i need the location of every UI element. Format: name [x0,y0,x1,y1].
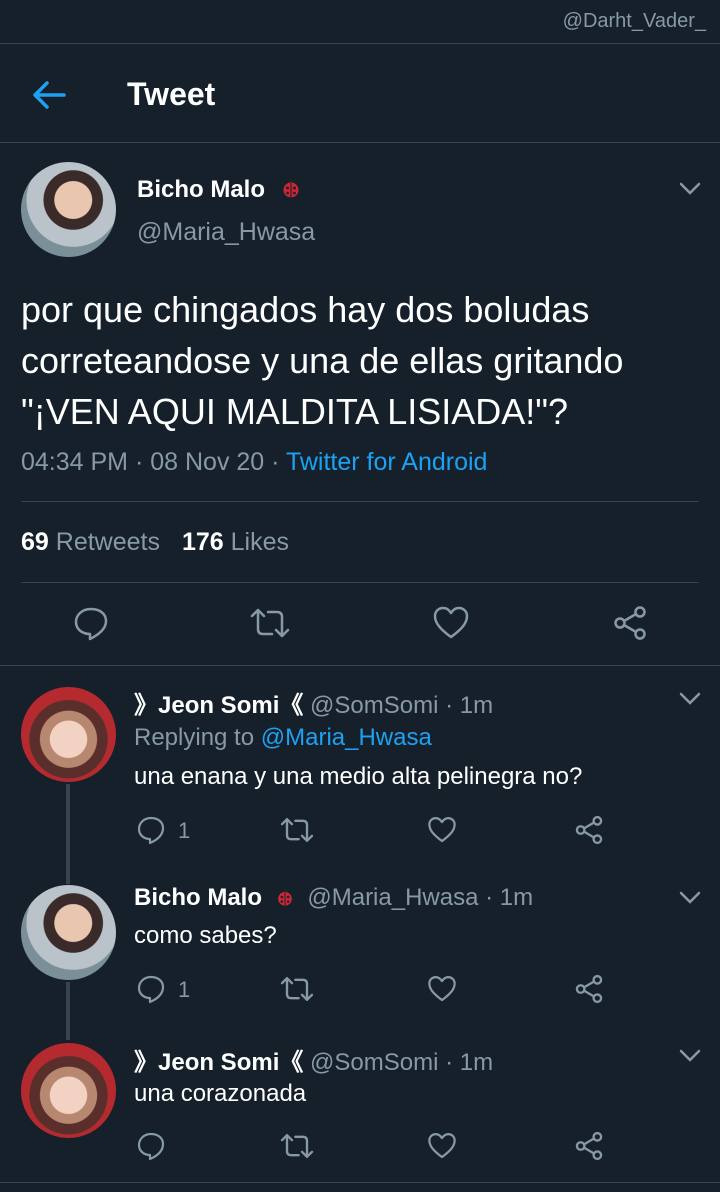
reply-author-handle[interactable]: @SomSomi [310,692,438,719]
reply-icon[interactable] [73,605,109,641]
reply-icon[interactable] [136,1131,166,1161]
avatar[interactable] [21,687,116,782]
section-divider [0,1182,720,1183]
ladybug-icon [283,179,299,198]
tweet-time: 04:34 PM [21,448,129,476]
back-arrow-icon [33,81,66,109]
tweet-source-link[interactable]: Twitter for Android [286,448,487,476]
like-icon[interactable] [427,815,457,845]
reply-header: 》Jeon Somi《 @SomSomi · 1m [134,1042,493,1077]
avatar[interactable] [21,885,116,980]
reply-text: una corazonada [134,1080,307,1107]
likes-count: 176 [181,528,224,556]
retweets-stat[interactable]: 69 Retweets [21,528,160,556]
reply-author-handle[interactable]: @SomSomi [310,1049,438,1076]
divider [21,501,699,502]
reply-icon[interactable] [136,974,166,1004]
retweet-icon[interactable] [250,605,290,641]
chevron-down-icon[interactable] [679,182,701,196]
avatar[interactable] [21,1043,116,1138]
likes-stat[interactable]: 176 Likes [182,528,289,556]
share-icon[interactable] [574,974,604,1004]
reply-count: 1 [178,818,191,843]
watermark: @Darht_Vader_ [562,10,706,32]
reply-author-name[interactable]: 》Jeon Somi《 [134,692,303,719]
section-divider [0,665,720,666]
page-title: Tweet [127,76,216,112]
author-handle[interactable]: @Maria_Hwasa [137,218,315,247]
author-name-text: Bicho Malo [137,176,266,203]
replying-prefix: Replying to [134,724,261,751]
tweet-date: 08 Nov 20 [150,448,265,476]
reply-text: una enana y una medio alta pelinegra no? [134,763,583,790]
reply-author-handle[interactable]: @Maria_Hwasa [307,884,478,911]
reply-header: 》Jeon Somi《 @SomSomi · 1m [134,685,493,720]
reply-count: 1 [178,977,191,1002]
replying-to-link[interactable]: @Maria_Hwasa [261,724,432,751]
share-icon[interactable] [574,815,604,845]
header-divider [0,142,720,143]
thread-line [66,982,70,1040]
retweet-icon[interactable] [280,1131,314,1161]
tweet-stats: 69 Retweets 176 Likes [21,528,289,557]
retweet-icon[interactable] [280,815,314,845]
chevron-down-icon[interactable] [679,692,701,706]
replying-to: Replying to @Maria_Hwasa [134,724,432,752]
reply-author-name[interactable]: 》Jeon Somi《 [134,1049,303,1076]
reply-icon[interactable] [136,815,166,845]
retweets-count: 69 [21,528,49,556]
reply-time: · 1m [438,1049,494,1076]
retweets-label: Retweets [55,528,160,556]
retweet-icon[interactable] [280,974,314,1004]
tweet-meta: 04:34 PM · 08 Nov 20 · Twitter for Andro… [21,448,487,477]
meta-separator: · [128,448,151,476]
ladybug-icon [277,888,292,906]
chevron-down-icon[interactable] [679,1049,701,1063]
share-icon[interactable] [612,605,648,641]
like-icon[interactable] [432,605,470,641]
header: Tweet [0,44,720,142]
reply-header: Bicho Malo @Maria_Hwasa · 1m [134,884,533,912]
likes-label: Likes [230,528,290,556]
share-icon[interactable] [574,1131,604,1161]
author-name[interactable]: Bicho Malo [137,176,302,204]
reply-author-name[interactable]: Bicho Malo [134,884,262,911]
meta-separator: · [264,448,286,476]
reply-time: · 1m [478,884,534,911]
thread-line [66,784,70,884]
like-icon[interactable] [427,974,457,1004]
divider [21,582,699,583]
tweet-text: por que chingados hay dos boludas corret… [21,289,624,432]
like-icon[interactable] [427,1131,457,1161]
reply-text: como sabes? [134,922,277,949]
chevron-down-icon[interactable] [679,891,701,905]
reply-time: · 1m [438,692,494,719]
back-button[interactable] [32,80,66,110]
avatar[interactable] [21,162,116,257]
